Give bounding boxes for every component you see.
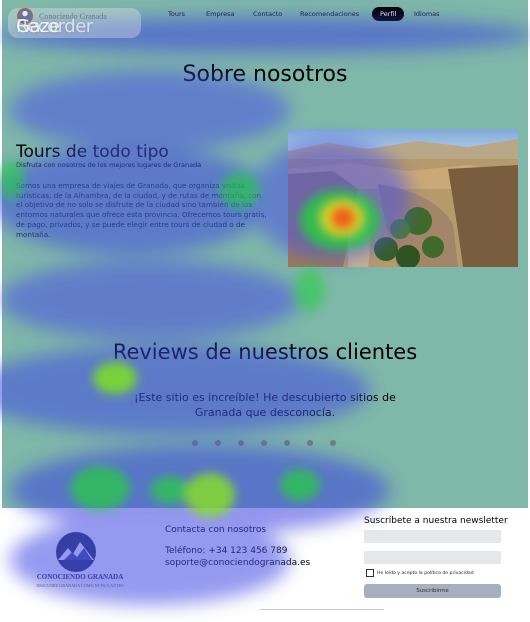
footer-logo-name: CONOCIENDO GRANADA <box>36 573 124 581</box>
nav-item-recomendaciones[interactable]: Recomendaciones <box>300 10 359 18</box>
carousel-dots <box>192 440 336 446</box>
footer: CONOCIENDO GRANADA DESCUBRE GRANADA COMO… <box>2 508 528 620</box>
newsletter-name-input[interactable] <box>364 530 501 543</box>
landscape-photo <box>288 129 518 267</box>
nav-item-empresa[interactable]: Empresa <box>206 10 234 18</box>
footer-divider <box>260 609 384 610</box>
carousel-dot[interactable] <box>307 440 313 446</box>
footer-logo-tagline: DESCUBRE GRANADA COMO NUNCA ANTES <box>36 583 124 588</box>
newsletter-title: Suscríbete a nuestra newsletter <box>364 516 508 526</box>
nav-item-contacto[interactable]: Contacto <box>253 10 282 18</box>
nav-item-idiomas[interactable]: Idiomas <box>414 10 440 18</box>
watermark-part2: Recorder <box>16 16 93 37</box>
reviews-title: Reviews de nuestros clientes <box>112 340 418 364</box>
carousel-dot[interactable] <box>238 440 244 446</box>
tours-title: Tours de todo tipo <box>16 142 169 162</box>
nav-item-tours[interactable]: Tours <box>168 10 185 18</box>
contact-title: Contacta con nosotros <box>165 525 267 535</box>
newsletter-email-input[interactable] <box>364 551 501 564</box>
carousel-dot[interactable] <box>261 440 267 446</box>
subscribe-button[interactable]: Suscribirme <box>364 584 501 598</box>
contact-email[interactable]: soporte@conociendogranada.es <box>165 558 310 568</box>
gazerecorder-watermark: Gaze Recorder <box>8 8 141 38</box>
carousel-dot[interactable] <box>330 440 336 446</box>
landscape-photo-icon <box>288 129 518 267</box>
about-title: Sobre nosotros <box>182 62 348 87</box>
mountain-logo-icon <box>56 532 96 572</box>
tours-description: Somos una empresa de viajes de Granada, … <box>16 181 267 239</box>
privacy-checkbox[interactable] <box>366 569 374 577</box>
contact-phone: Teléfono: +34 123 456 789 <box>165 546 288 556</box>
carousel-dot[interactable] <box>284 440 290 446</box>
carousel-dot[interactable] <box>192 440 198 446</box>
page: Conociendo Granada Tours Empresa Contact… <box>0 0 530 622</box>
privacy-row: He leído y acepto la política de privaci… <box>366 569 474 577</box>
nav-item-perfil[interactable]: Perfil <box>372 7 405 21</box>
tours-subtitle: Disfruta con nosotros de los mejores lug… <box>16 161 202 169</box>
carousel-dot[interactable] <box>215 440 221 446</box>
privacy-label: He leído y acepto la política de privaci… <box>377 570 474 576</box>
review-quote: ¡Este sitio es increíble! He descubierto… <box>134 391 396 420</box>
